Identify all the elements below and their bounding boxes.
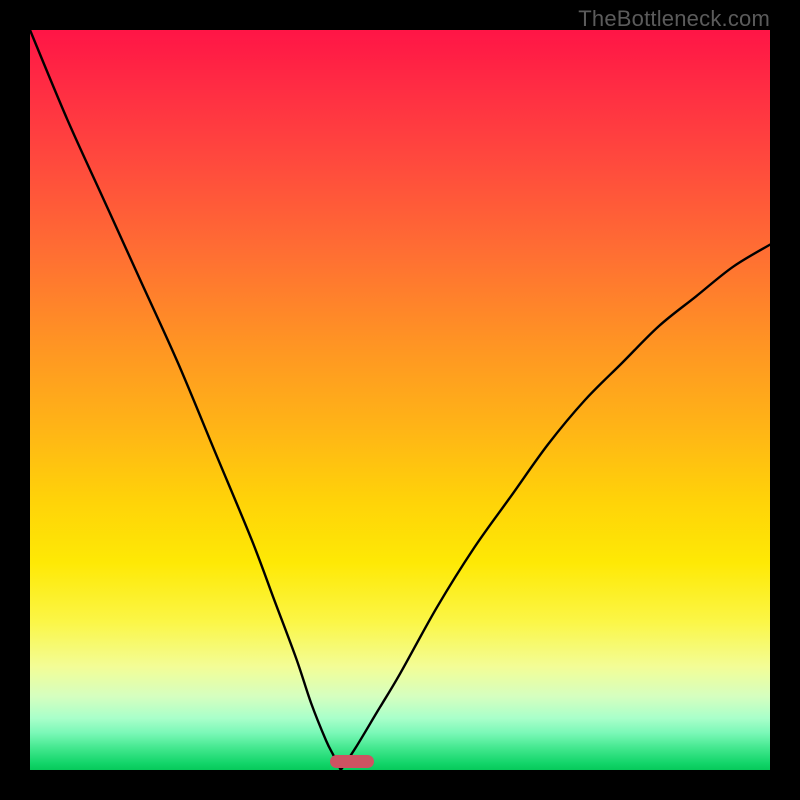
watermark-text: TheBottleneck.com	[578, 6, 770, 32]
curve-layer	[30, 30, 770, 770]
outer-frame: TheBottleneck.com	[0, 0, 800, 800]
curve-left	[30, 30, 341, 770]
min-marker	[330, 755, 374, 768]
curve-right	[341, 245, 770, 770]
